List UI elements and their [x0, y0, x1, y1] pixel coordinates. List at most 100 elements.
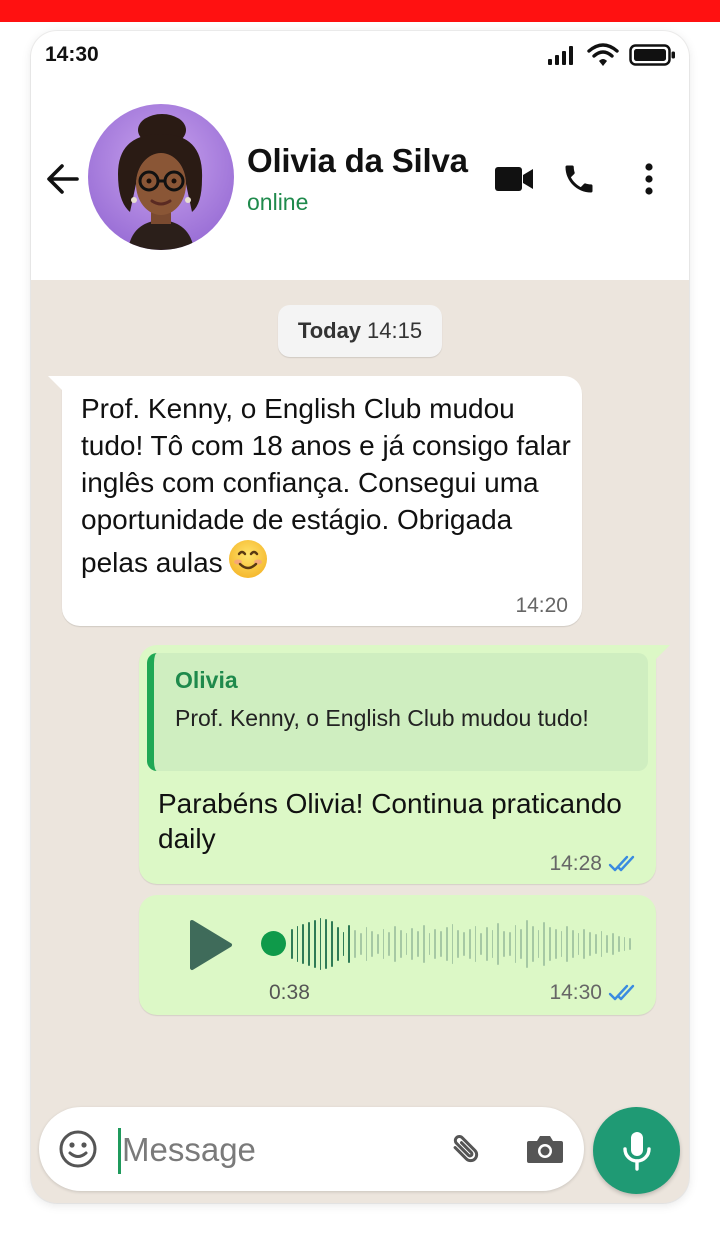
waveform-bar: [594, 934, 597, 954]
text-caret: [118, 1128, 121, 1174]
waveform-bar: [617, 936, 620, 952]
waveform-bar: [371, 931, 374, 957]
waveform-bar: [571, 930, 574, 958]
voice-progress-knob[interactable]: [261, 931, 286, 956]
waveform-bar: [359, 933, 362, 955]
wifi-icon: [587, 43, 619, 66]
waveform-bar: [440, 931, 442, 957]
camera-icon[interactable]: [523, 1127, 567, 1171]
incoming-message-text: Prof. Kenny, o English Club mudou tudo! …: [81, 390, 571, 589]
waveform-bar: [365, 927, 368, 961]
waveform-bar: [428, 933, 431, 955]
waveform-bar: [589, 932, 591, 956]
waveform-bar: [405, 933, 408, 955]
contact-presence: online: [247, 189, 309, 215]
waveform-bar: [623, 937, 626, 951]
video-call-icon[interactable]: [493, 157, 535, 201]
waveform-bar: [554, 929, 557, 959]
incoming-message-bubble[interactable]: Prof. Kenny, o English Club mudou tudo! …: [48, 376, 582, 626]
voice-waveform[interactable]: [291, 917, 632, 971]
waveform-bar: [354, 930, 356, 958]
waveform-bar: [434, 929, 437, 959]
avatar[interactable]: [88, 104, 234, 250]
double-check-read-icon: [608, 855, 635, 872]
play-icon[interactable]: [187, 917, 235, 973]
status-bar-time: 14:30: [45, 43, 99, 66]
waveform-bar: [508, 932, 511, 956]
waveform-bar: [331, 921, 333, 967]
emoji-icon[interactable]: [57, 1128, 99, 1170]
waveform-bar: [291, 929, 293, 959]
top-red-bar: [0, 0, 720, 22]
quoted-reply-author: Olivia: [175, 667, 238, 693]
waveform-bar: [342, 932, 345, 956]
incoming-message-time: 14:20: [515, 594, 568, 617]
signal-icon: [548, 46, 573, 65]
outgoing-message-meta: 14:28: [549, 852, 640, 876]
voice-duration: 0:38: [269, 981, 310, 1004]
outgoing-message-time: 14:28: [549, 852, 602, 875]
chat-header: 14:30 Olivia da Silva online: [31, 31, 689, 280]
waveform-bar: [422, 925, 425, 963]
waveform-bar: [302, 924, 305, 964]
waveform-bar: [388, 932, 391, 956]
waveform-bar: [296, 926, 299, 962]
date-chip-time: 14:15: [367, 318, 423, 343]
message-input[interactable]: [122, 1125, 422, 1175]
microphone-icon: [622, 1131, 651, 1171]
waveform-bar: [382, 929, 385, 959]
waveform-bar: [543, 922, 546, 966]
waveform-bar: [325, 919, 328, 969]
incoming-message-body: Prof. Kenny, o English Club mudou tudo! …: [81, 393, 571, 578]
waveform-bar: [583, 929, 586, 959]
outgoing-message-bubble[interactable]: Olivia Prof. Kenny, o English Club mudou…: [139, 645, 670, 884]
waveform-bar: [612, 933, 614, 955]
waveform-bar: [319, 918, 322, 970]
voice-call-icon[interactable]: [557, 157, 601, 201]
more-options-icon[interactable]: [636, 157, 662, 201]
smiling-face-icon: [227, 538, 269, 589]
waveform-bar: [520, 929, 523, 959]
waveform-bar: [308, 922, 310, 966]
attachment-paperclip-icon[interactable]: [443, 1127, 487, 1171]
waveform-bar: [606, 935, 609, 953]
waveform-bar: [531, 926, 534, 962]
microphone-button[interactable]: [593, 1107, 680, 1194]
waveform-bar: [411, 928, 414, 960]
double-check-read-icon: [608, 984, 635, 1001]
waveform-bar: [537, 930, 540, 958]
waveform-bar: [474, 926, 477, 962]
quoted-reply-text: Prof. Kenny, o English Club mudou tudo!: [175, 705, 589, 731]
waveform-bar: [485, 927, 488, 961]
waveform-bar: [577, 933, 580, 955]
contact-name[interactable]: Olivia da Silva: [247, 142, 468, 180]
waveform-bar: [468, 929, 471, 959]
message-composer: [39, 1107, 584, 1191]
waveform-bar: [336, 927, 339, 961]
waveform-bar: [457, 930, 460, 958]
waveform-bar: [399, 930, 402, 958]
waveform-bar: [629, 938, 632, 950]
waveform-bar: [377, 934, 379, 954]
date-chip: Today 14:15: [278, 305, 442, 357]
date-chip-day: Today: [297, 318, 362, 343]
back-arrow-icon[interactable]: [43, 159, 83, 199]
waveform-bar: [480, 933, 482, 955]
waveform-bar: [503, 931, 505, 957]
waveform-bar: [566, 926, 568, 962]
status-bar-icons: [547, 43, 677, 67]
waveform-bar: [526, 920, 528, 968]
waveform-bar: [451, 924, 454, 964]
quoted-reply[interactable]: Olivia Prof. Kenny, o English Club mudou…: [147, 653, 648, 771]
voice-message-meta: 14:30: [549, 981, 640, 1005]
waveform-bar: [313, 920, 316, 968]
waveform-bar: [549, 927, 551, 961]
voice-message-bubble[interactable]: 0:38 14:30: [139, 895, 656, 1015]
waveform-bar: [514, 925, 517, 963]
waveform-bar: [560, 931, 563, 957]
battery-icon: [629, 44, 675, 66]
waveform-bar: [463, 932, 465, 956]
waveform-bar: [600, 931, 603, 957]
waveform-bar: [348, 925, 351, 963]
outgoing-message-text: Parabéns Olivia! Continua praticando dai…: [158, 788, 622, 854]
